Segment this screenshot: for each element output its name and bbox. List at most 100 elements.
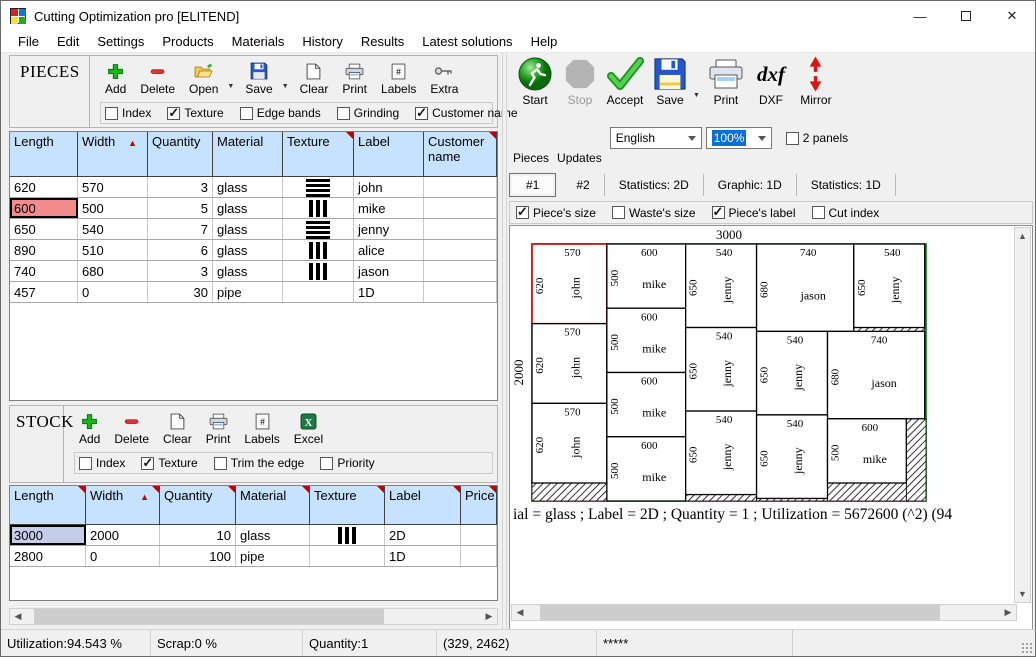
column-header-length[interactable]: Length — [10, 486, 86, 524]
cell-price[interactable] — [461, 525, 497, 545]
cell-price[interactable] — [461, 546, 497, 566]
column-header-customer-name[interactable]: Customer name — [424, 132, 497, 176]
menu-item-edit[interactable]: Edit — [48, 32, 88, 51]
delete-button[interactable]: Delete — [135, 60, 180, 97]
column-header-quantity[interactable]: Quantity — [160, 486, 236, 524]
cell-material[interactable]: glass — [236, 525, 310, 545]
cell-material[interactable]: glass — [213, 240, 283, 260]
language-select[interactable]: English — [610, 127, 702, 149]
cell-customer[interactable] — [424, 240, 497, 260]
delete-button[interactable]: Delete — [109, 410, 154, 447]
cutting-diagram[interactable]: 30002000570620john570620john570620john60… — [510, 226, 1018, 504]
column-header-width[interactable]: Width▲ — [78, 132, 148, 176]
cell-width[interactable]: 0 — [86, 546, 160, 566]
cell-material[interactable]: glass — [213, 177, 283, 197]
labels-button[interactable]: #Labels — [239, 410, 284, 447]
checkbox-piece-s-label[interactable]: ✓Piece's label — [712, 206, 796, 220]
excel-button[interactable]: XExcel — [289, 410, 328, 447]
checkbox-priority[interactable]: Priority — [320, 456, 374, 470]
diagram-hscrollbar[interactable]: ◀ ▶ — [511, 604, 1017, 621]
menu-item-results[interactable]: Results — [352, 32, 413, 51]
cell-texture[interactable] — [310, 525, 385, 545]
add-button[interactable]: Add — [74, 410, 105, 447]
menu-item-help[interactable]: Help — [522, 32, 567, 51]
piece-mike[interactable]: 600500mike — [607, 437, 686, 501]
cell-texture[interactable] — [283, 198, 354, 218]
save-large-button[interactable]: Save — [648, 55, 692, 107]
cell-width[interactable]: 2000 — [86, 525, 160, 545]
cell-quantity[interactable]: 5 — [148, 198, 213, 218]
piece-jason[interactable]: 740680jason — [757, 244, 854, 331]
updates-button[interactable]: Updates — [557, 121, 602, 165]
cell-texture[interactable] — [283, 177, 354, 197]
piece-jason[interactable]: 740680jason — [828, 331, 925, 418]
menu-item-settings[interactable]: Settings — [88, 32, 153, 51]
piece-jenny[interactable]: 540650jenny — [854, 244, 925, 328]
print-large-button[interactable]: Print — [704, 55, 748, 107]
column-header-price[interactable]: Price — [461, 486, 497, 524]
menu-item-history[interactable]: History — [293, 32, 351, 51]
cell-customer[interactable] — [424, 198, 497, 218]
piece-jenny[interactable]: 540650jenny — [686, 244, 757, 328]
cell-width[interactable]: 500 — [78, 198, 148, 218]
column-header-quantity[interactable]: Quantity — [148, 132, 213, 176]
cell-length[interactable]: 890 — [10, 240, 78, 260]
piece-john[interactable]: 570620john — [532, 403, 607, 483]
column-header-width[interactable]: Width▲ — [86, 486, 160, 524]
start-button[interactable]: Start — [513, 55, 557, 107]
stop-button[interactable]: Stop — [558, 55, 602, 107]
piece-mike[interactable]: 600500mike — [607, 373, 686, 437]
print-button[interactable]: Print — [201, 410, 236, 447]
piece-jenny[interactable]: 540650jenny — [686, 411, 757, 495]
cell-material[interactable]: pipe — [236, 546, 310, 566]
pieces-view-button[interactable]: Pieces — [513, 121, 549, 165]
cell-length[interactable]: 600 — [10, 198, 78, 218]
piece-mike[interactable]: 600500mike — [607, 244, 686, 308]
tab-statistics-2d[interactable]: Statistics: 2D — [605, 174, 704, 196]
cell-quantity[interactable]: 100 — [160, 546, 236, 566]
scroll-right-arrow-icon[interactable]: ▶ — [481, 609, 497, 624]
column-header-material[interactable]: Material — [213, 132, 283, 176]
cell-quantity[interactable]: 6 — [148, 240, 213, 260]
piece-john[interactable]: 570620john — [532, 324, 607, 404]
dxf-button[interactable]: dxfDXF — [749, 55, 793, 107]
checkbox-cut-index[interactable]: Cut index — [812, 206, 880, 220]
maximize-button[interactable] — [943, 1, 989, 31]
dropdown-arrow-icon[interactable]: ▼ — [227, 83, 234, 90]
labels-button[interactable]: #Labels — [376, 60, 421, 97]
column-header-label[interactable]: Label — [354, 132, 424, 176]
checkbox-piece-s-size[interactable]: ✓Piece's size — [516, 206, 596, 220]
cell-label[interactable]: 2D — [385, 525, 461, 545]
minimize-button[interactable]: — — [897, 1, 943, 31]
cell-length[interactable]: 457 — [10, 282, 78, 302]
checkbox-index[interactable]: Index — [79, 456, 125, 470]
cell-texture[interactable] — [283, 282, 354, 302]
scroll-thumb[interactable] — [34, 609, 384, 624]
cell-material[interactable]: pipe — [213, 282, 283, 302]
cell-customer[interactable] — [424, 261, 497, 281]
cell-texture[interactable] — [283, 240, 354, 260]
open-button[interactable]: Open — [184, 60, 223, 97]
cell-material[interactable]: glass — [213, 219, 283, 239]
piece-mike[interactable]: 600500mike — [828, 419, 907, 483]
clear-button[interactable]: Clear — [158, 410, 197, 447]
resize-grip[interactable] — [1021, 642, 1033, 654]
menu-item-materials[interactable]: Materials — [223, 32, 294, 51]
scroll-up-arrow-icon[interactable]: ▲ — [1015, 228, 1030, 244]
checkbox-texture[interactable]: ✓Texture — [167, 106, 223, 120]
menu-item-products[interactable]: Products — [153, 32, 222, 51]
cell-width[interactable]: 510 — [78, 240, 148, 260]
cell-quantity[interactable]: 7 — [148, 219, 213, 239]
two-panels-checkbox[interactable]: 2 panels — [786, 131, 848, 145]
cell-label[interactable]: jenny — [354, 219, 424, 239]
checkbox-grinding[interactable]: Grinding — [337, 106, 399, 120]
scroll-thumb[interactable] — [540, 605, 940, 620]
cell-quantity[interactable]: 3 — [148, 261, 213, 281]
column-header-texture[interactable]: Texture — [310, 486, 385, 524]
dropdown-arrow-icon[interactable]: ▼ — [282, 83, 289, 90]
piece-mike[interactable]: 600500mike — [607, 308, 686, 372]
cell-customer[interactable] — [424, 219, 497, 239]
cell-width[interactable]: 0 — [78, 282, 148, 302]
cell-texture[interactable] — [283, 261, 354, 281]
column-header-material[interactable]: Material — [236, 486, 310, 524]
